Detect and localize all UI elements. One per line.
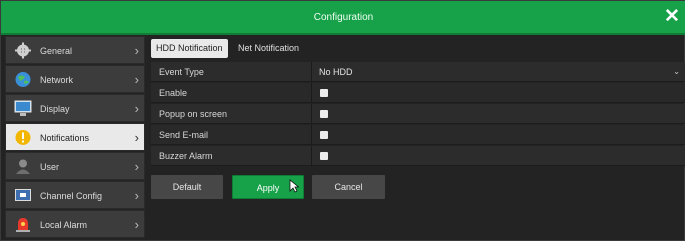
email-row: Send E-mail — [151, 125, 685, 145]
chevron-right-icon: › — [134, 101, 139, 116]
row-divider — [311, 83, 312, 103]
chevron-down-icon[interactable]: ⌄ — [673, 62, 680, 82]
sidebar-item-channel-config[interactable]: Channel Config › — [5, 181, 145, 209]
row-divider — [311, 104, 312, 124]
enable-checkbox[interactable] — [320, 89, 328, 97]
chevron-right-icon: › — [134, 130, 139, 145]
row-divider — [311, 125, 312, 145]
warning-icon — [14, 129, 32, 146]
sidebar-item-local-alarm[interactable]: Local Alarm › — [5, 210, 145, 238]
buzzer-checkbox[interactable] — [320, 152, 328, 160]
buzzer-row: Buzzer Alarm — [151, 146, 685, 166]
sidebar-item-label: Network — [40, 75, 74, 85]
mouse-cursor-icon — [289, 179, 300, 193]
popup-label: Popup on screen — [159, 109, 228, 119]
chevron-right-icon: › — [134, 188, 139, 203]
email-label: Send E-mail — [159, 130, 209, 140]
event-type-select[interactable]: No HDD — [319, 62, 353, 82]
popup-row: Popup on screen — [151, 104, 685, 124]
configuration-window: Configuration ✕ General › Network › Disp… — [0, 0, 685, 241]
sidebar: General › Network › Display › Notificati… — [5, 36, 145, 241]
popup-checkbox[interactable] — [320, 110, 328, 118]
tab-hdd-notification[interactable]: HDD Notification — [151, 39, 228, 58]
row-divider — [311, 146, 312, 166]
chevron-right-icon: › — [134, 217, 139, 232]
sidebar-item-label: Display — [40, 104, 70, 114]
close-button[interactable]: ✕ — [662, 6, 682, 28]
chevron-right-icon: › — [134, 72, 139, 87]
user-icon — [14, 158, 32, 175]
gear-icon — [14, 42, 32, 59]
alarm-icon — [14, 216, 32, 233]
globe-icon — [14, 71, 32, 88]
enable-label: Enable — [159, 88, 188, 98]
sidebar-item-label: User — [40, 162, 60, 172]
tab-net-notification[interactable]: Net Notification — [233, 39, 304, 58]
sidebar-item-network[interactable]: Network › — [5, 65, 145, 93]
window-title: Configuration — [313, 12, 374, 23]
sidebar-item-label: General — [40, 46, 73, 56]
chevron-right-icon: › — [134, 43, 139, 58]
cancel-button[interactable]: Cancel — [312, 175, 385, 199]
sidebar-item-user[interactable]: User › — [5, 152, 145, 180]
sidebar-item-general[interactable]: General › — [5, 36, 145, 64]
sidebar-item-display[interactable]: Display › — [5, 94, 145, 122]
row-divider — [311, 62, 312, 82]
sidebar-item-notifications[interactable]: Notifications › — [5, 123, 145, 151]
event-type-row: Event Type No HDD ⌄ — [151, 62, 685, 82]
enable-row: Enable — [151, 83, 685, 103]
monitor-icon — [14, 100, 32, 117]
default-button[interactable]: Default — [151, 175, 223, 199]
sidebar-item-label: Notifications — [40, 133, 90, 143]
email-checkbox[interactable] — [320, 131, 328, 139]
sidebar-item-label: Channel Config — [40, 191, 103, 201]
buzzer-label: Buzzer Alarm — [159, 151, 213, 161]
sidebar-item-label: Local Alarm — [40, 220, 88, 230]
chevron-right-icon: › — [134, 159, 139, 174]
event-type-label: Event Type — [159, 67, 204, 77]
camera-monitor-icon — [14, 187, 32, 204]
title-bar: Configuration ✕ — [1, 1, 685, 35]
